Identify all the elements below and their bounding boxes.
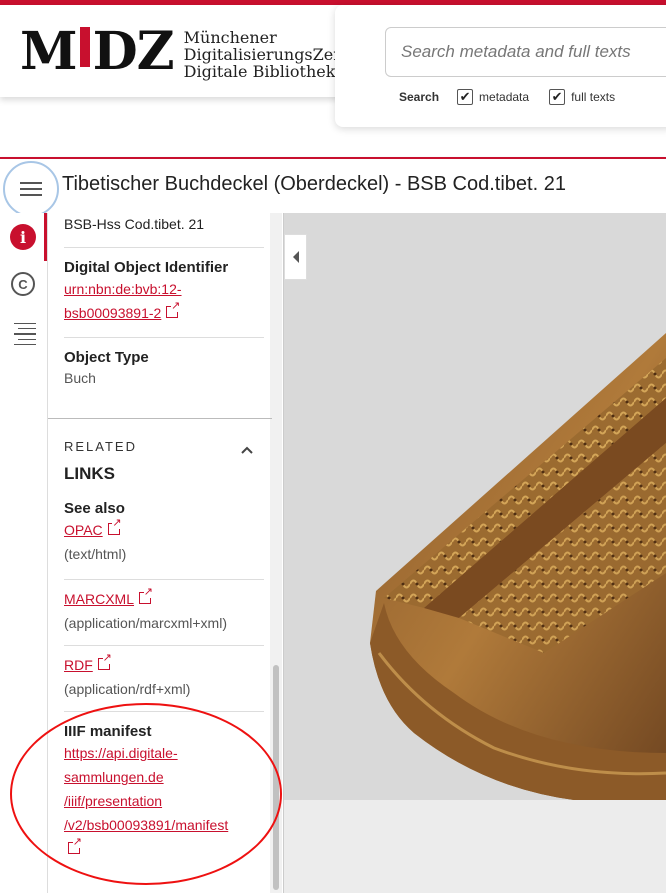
- iiif-label: IIIF manifest: [64, 723, 152, 740]
- caret-left-icon: [292, 251, 299, 263]
- search-placeholder: Search metadata and full texts: [401, 42, 631, 61]
- search-label: Search: [399, 90, 440, 104]
- metadata-checkbox-label: metadata: [479, 90, 530, 104]
- object-type-field: Object Type Buch: [64, 349, 264, 386]
- external-link-icon[interactable]: [166, 301, 181, 318]
- rdf-mime: (application/rdf+xml): [64, 681, 191, 697]
- search-input[interactable]: Search metadata and full texts: [385, 27, 666, 77]
- related-label: RELATED: [64, 439, 137, 454]
- doi-label: Digital Object Identifier: [64, 259, 229, 276]
- divider: [64, 711, 264, 712]
- external-link-icon[interactable]: [68, 837, 82, 854]
- iiif-link-line-2[interactable]: sammlungen.de: [64, 769, 164, 785]
- doi-link-line-1[interactable]: urn:nbn:de:bvb:12-: [64, 281, 182, 297]
- page-title: Tibetischer Buchdeckel (Oberdeckel) - BS…: [62, 173, 566, 195]
- iiif-link-line-4[interactable]: /v2/bsb00093891/manifest: [64, 817, 228, 833]
- iiif-field: IIIF manifest https://api.digitale- samm…: [64, 723, 264, 861]
- divider: [64, 337, 264, 338]
- external-link-icon[interactable]: [107, 518, 122, 535]
- divider: [64, 247, 264, 248]
- opac-link[interactable]: OPAC: [64, 522, 103, 538]
- object-type-value: Buch: [64, 370, 96, 386]
- iiif-link-line-1[interactable]: https://api.digitale-: [64, 745, 178, 761]
- external-link-icon[interactable]: [139, 587, 154, 604]
- checkbox-checked-icon[interactable]: ✔: [457, 89, 474, 105]
- opac-mime: (text/html): [64, 546, 127, 562]
- section-divider: [48, 418, 272, 419]
- metadata-panel[interactable]: BSB-Hss Cod.tibet. 21 Digital Object Ide…: [47, 213, 284, 893]
- toc-icon[interactable]: [10, 321, 36, 347]
- see-also-label: See also: [64, 500, 125, 517]
- see-also-field: See also OPAC (text/html): [64, 500, 264, 566]
- links-label: LINKS: [64, 464, 115, 483]
- marcxml-link[interactable]: MARCXML: [64, 591, 134, 607]
- copyright-icon[interactable]: C: [11, 272, 35, 296]
- panel-scroll-thumb[interactable]: [273, 665, 279, 890]
- fulltext-checkbox-label: full texts: [571, 90, 616, 104]
- search-options: Search ✔ metadata ✔ full texts: [399, 89, 635, 105]
- shelfmark-value: BSB-Hss Cod.tibet. 21: [64, 216, 205, 232]
- marcxml-mime: (application/marcxml+xml): [64, 615, 227, 631]
- external-link-icon[interactable]: [97, 653, 112, 670]
- divider: [64, 645, 264, 646]
- sidebar-collapse-button[interactable]: [284, 234, 307, 280]
- title-bar: Tibetischer Buchdeckel (Oberdeckel) - BS…: [0, 157, 666, 217]
- image-viewer[interactable]: [284, 213, 666, 893]
- iiif-link-line-3[interactable]: /iiif/presentation: [64, 793, 162, 809]
- hamburger-icon: [20, 180, 42, 198]
- info-icon[interactable]: i: [10, 224, 36, 250]
- doi-link-line-2[interactable]: bsb00093891-2: [64, 305, 161, 321]
- checkbox-checked-icon[interactable]: ✔: [549, 89, 566, 105]
- mdz-logo[interactable]: M DZ Münchener DigitalisierungsZentrum Di…: [20, 21, 383, 82]
- metadata-checkbox[interactable]: ✔ metadata: [457, 89, 529, 105]
- chevron-up-icon[interactable]: [241, 444, 253, 456]
- fulltext-checkbox[interactable]: ✔ full texts: [549, 89, 615, 105]
- object-type-label: Object Type: [64, 349, 149, 366]
- sidebar-rail: i C: [0, 213, 47, 893]
- logo-mark: M DZ: [20, 21, 175, 82]
- rdf-field: RDF (application/rdf+xml): [64, 653, 264, 701]
- doi-field: Digital Object Identifier urn:nbn:de:bvb…: [64, 259, 264, 325]
- related-links-header[interactable]: RELATED LINKS: [64, 439, 264, 484]
- search-panel: Search metadata and full texts Search ✔ …: [335, 5, 666, 127]
- rdf-link[interactable]: RDF: [64, 657, 93, 673]
- divider: [64, 579, 264, 580]
- menu-button[interactable]: [3, 161, 59, 217]
- book-cover-image: [370, 333, 666, 800]
- marcxml-field: MARCXML (application/marcxml+xml): [64, 587, 264, 635]
